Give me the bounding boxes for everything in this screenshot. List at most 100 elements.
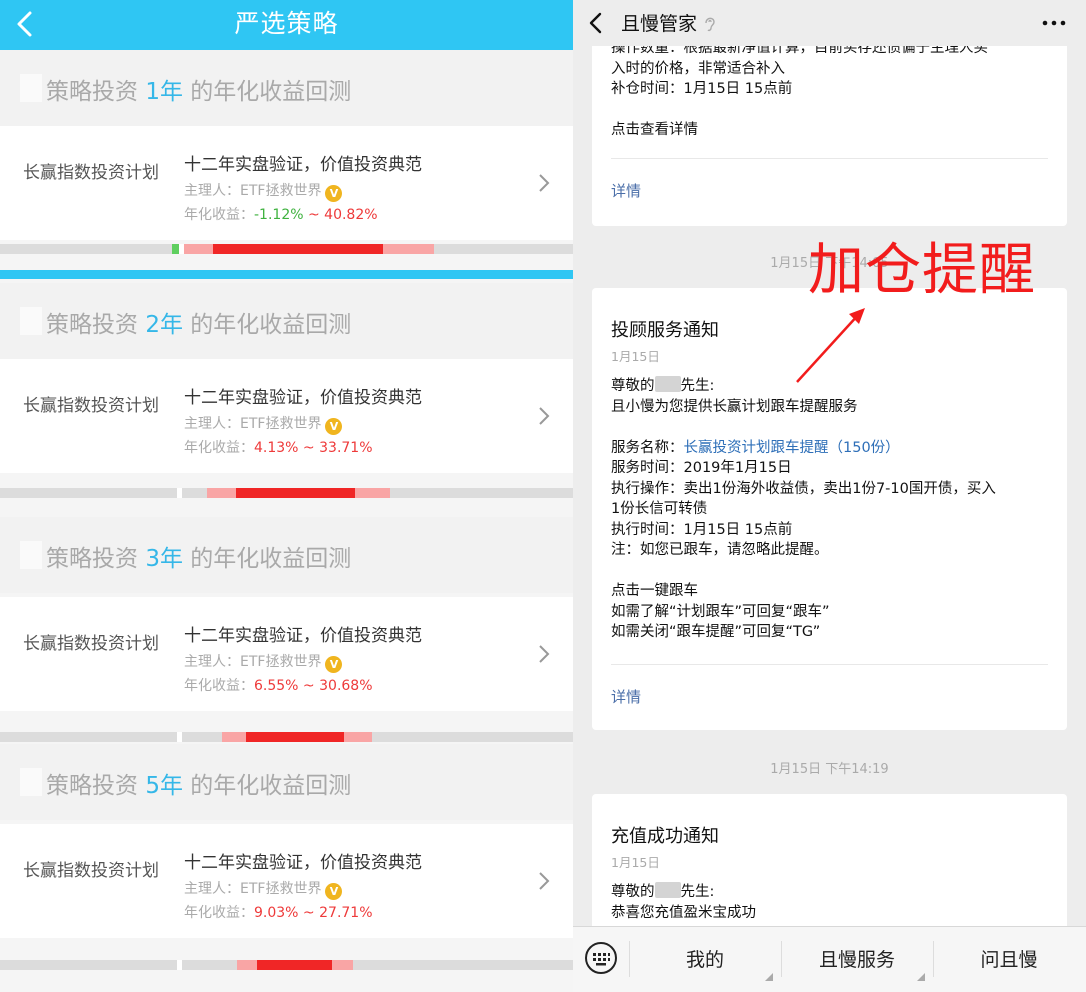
return-sep: ~: [298, 440, 320, 456]
message-line: 服务时间：2019年1月15日: [611, 460, 792, 476]
section-title-prefix: 策略投资: [46, 546, 138, 572]
plan-card[interactable]: 长赢指数投资计划 十二年实盘验证，价值投资典范 主理人：ETF拯救世界 V 年化收…: [0, 359, 573, 473]
backtest-section-1y: 策略投资 1年 的年化收益回测 长赢指数投资计划 十二年实盘验证，价值投资典范 …: [0, 50, 573, 270]
manager-label: 主理人：ETF拯救世界: [184, 183, 322, 199]
return-range-bar: [0, 732, 573, 742]
plan-card[interactable]: 长赢指数投资计划 十二年实盘验证，价值投资典范 主理人：ETF拯救世界 V 年化收…: [0, 597, 573, 711]
blurred-region: [20, 307, 42, 335]
redacted-name: [654, 882, 681, 898]
plan-card[interactable]: 长赢指数投资计划 十二年实盘验证，价值投资典范 主理人：ETF拯救世界 V 年化收…: [0, 126, 573, 240]
verified-badge-icon: V: [325, 883, 343, 900]
more-options-icon[interactable]: [1039, 10, 1069, 36]
greeting-suffix: 先生:: [680, 884, 715, 900]
chat-header: 且慢管家: [573, 0, 1086, 46]
plan-name: 长赢指数投资计划: [23, 396, 159, 416]
backtest-section-3y: 策略投资 3年 的年化收益回测 长赢指数投资计划 十二年实盘验证，价值投资典范 …: [0, 517, 573, 742]
section-title-suffix: 的年化收益回测: [190, 79, 352, 105]
message-title: 投顾服务通知: [611, 320, 719, 341]
message-title: 充值成功通知: [611, 826, 719, 847]
menu-tab-mine[interactable]: 我的: [629, 937, 781, 983]
section-title-suffix: 的年化收益回测: [190, 546, 352, 572]
message-line: 入时的价格，非常适合补入: [611, 60, 785, 77]
chevron-right-icon: [539, 872, 550, 890]
service-name-link[interactable]: 长赢投资计划跟车提醒（150份）: [684, 440, 900, 456]
range-negative-segment: [172, 244, 179, 254]
return-range-bar: [0, 244, 573, 254]
message-line: 如需关闭“跟车提醒”可回复“TG”: [611, 624, 821, 640]
menu-tab-label: 我的: [685, 949, 724, 971]
return-sep: ~: [303, 207, 325, 223]
bar-zero-gap: [177, 960, 182, 970]
menu-tab-ask[interactable]: 问且慢: [933, 937, 1085, 983]
chevron-right-icon: [539, 407, 550, 425]
message-divider: [611, 664, 1048, 665]
plan-name: 长赢指数投资计划: [23, 634, 159, 654]
blurred-region: [20, 768, 42, 796]
annual-return: 年化收益：9.03% ~ 27.71%: [184, 902, 373, 922]
plan-name: 长赢指数投资计划: [23, 861, 159, 881]
section-title: 策略投资 2年 的年化收益回测: [0, 283, 573, 359]
backtest-section-5y: 策略投资 5年 的年化收益回测 长赢指数投资计划 十二年实盘验证，价值投资典范 …: [0, 744, 573, 992]
section-title-suffix: 的年化收益回测: [190, 773, 352, 799]
verified-badge-icon: V: [325, 185, 343, 202]
chevron-left-icon: [17, 11, 32, 37]
chat-title-text: 且慢管家: [621, 13, 698, 35]
section-title: 策略投资 5年 的年化收益回测: [0, 744, 573, 820]
plan-slogan: 十二年实盘验证，价值投资典范: [184, 626, 422, 646]
detail-link[interactable]: 详情: [611, 180, 641, 201]
keyboard-icon[interactable]: [584, 941, 618, 975]
plan-slogan: 十二年实盘验证，价值投资典范: [184, 155, 422, 175]
range-core-segment: [246, 732, 344, 742]
section-years: 2年: [145, 312, 183, 338]
section-title-prefix: 策略投资: [46, 79, 138, 105]
plan-card[interactable]: 长赢指数投资计划 十二年实盘验证，价值投资典范 主理人：ETF拯救世界 V 年化收…: [0, 824, 573, 938]
back-button[interactable]: [10, 6, 44, 42]
message-line: 如需了解“计划跟车”可回复“跟车”: [611, 603, 830, 620]
blurred-region: [20, 74, 42, 102]
chat-title: 且慢管家: [621, 9, 717, 36]
section-years: 5年: [145, 773, 183, 799]
bar-zero-gap: [177, 732, 182, 742]
return-sep: ~: [298, 678, 320, 694]
section-title-suffix: 的年化收益回测: [190, 312, 352, 338]
message-line: 补仓时间：1月15日 15点前: [611, 81, 793, 97]
mute-ear-icon: [705, 17, 715, 32]
plan-slogan: 十二年实盘验证，价值投资典范: [184, 853, 422, 873]
message-line[interactable]: 点击一键跟车: [611, 581, 1048, 602]
return-label: 年化收益：: [184, 905, 254, 921]
message-line[interactable]: 点击查看详情: [611, 120, 1048, 141]
message-card-restock: 操作数量：根据最新净值计算，目前买存还债偏于主理人买 入时的价格，非常适合补入 …: [592, 28, 1067, 226]
message-line: 执行时间：1月15日 15点前: [611, 521, 793, 538]
greeting-suffix: 先生:: [680, 378, 715, 394]
message-line: 执行操作：卖出1份海外收益债，卖出1份7-10国开债，买入: [611, 480, 996, 497]
menu-tab-label: 且慢服务: [818, 949, 895, 971]
manager-label: 主理人：ETF拯救世界: [184, 654, 322, 670]
annual-return: 年化收益：-1.12% ~ 40.82%: [184, 204, 378, 224]
chevron-right-icon: [539, 645, 550, 663]
back-button[interactable]: [587, 10, 605, 36]
return-low: -1.12%: [254, 207, 304, 223]
message-date: 1月15日: [611, 349, 660, 364]
redacted-name: [654, 376, 681, 392]
section-title: 策略投资 3年 的年化收益回测: [0, 517, 573, 593]
message-line: 1份长信可转债: [611, 501, 708, 517]
range-core-segment: [257, 960, 332, 970]
plan-name: 长赢指数投资计划: [23, 163, 159, 183]
message-date: 1月15日: [611, 855, 660, 870]
menu-tab-service[interactable]: 且慢服务: [781, 937, 933, 983]
message-line: 且小慢为您提供长赢计划跟车提醒服务: [611, 398, 858, 415]
bottom-menu-bar: 我的 且慢服务 问且慢: [573, 926, 1086, 992]
range-core-segment: [213, 244, 383, 254]
message-line: 恭喜您充值盈米宝成功: [611, 904, 756, 921]
return-high: 33.71%: [319, 440, 373, 456]
return-range-bar: [0, 960, 573, 970]
message-timestamp: 1月15日 下午14:19: [770, 762, 889, 777]
return-low: 6.55%: [254, 678, 299, 694]
return-sep: ~: [298, 905, 320, 921]
plan-slogan: 十二年实盘验证，价值投资典范: [184, 388, 422, 408]
section-title: 策略投资 1年 的年化收益回测: [0, 50, 573, 126]
detail-link[interactable]: 详情: [611, 686, 641, 707]
greeting-prefix: 尊敬的: [611, 884, 655, 900]
menu-tab-label: 问且慢: [980, 949, 1038, 971]
message-line: 尊敬的 先生:: [611, 882, 1048, 903]
